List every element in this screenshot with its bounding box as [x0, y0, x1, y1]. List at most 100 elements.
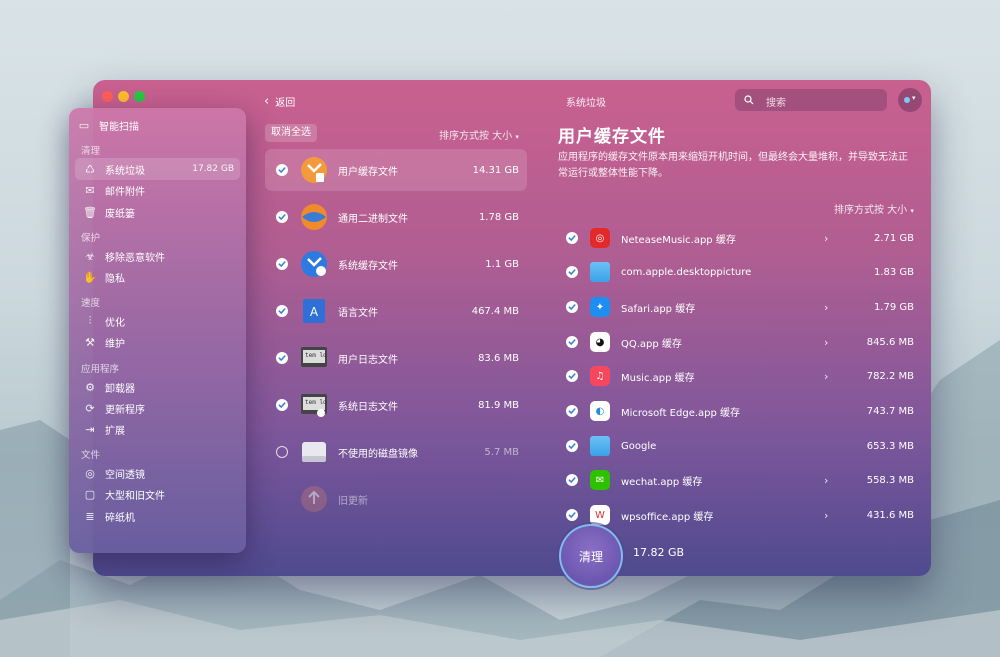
category-size: 5.7 MB: [484, 446, 519, 458]
category-row[interactable]: 用户缓存文件 14.31 GB: [265, 149, 527, 191]
mail-icon: ✉: [85, 183, 95, 197]
cache-item-size: 743.7 MB: [866, 405, 914, 417]
sidebar-item-3-2[interactable]: ⇥ 扩展: [75, 418, 240, 440]
chevron-right-icon[interactable]: ›: [824, 509, 844, 522]
wrench-icon: ⚒: [85, 335, 95, 349]
cache-item-size: 782.2 MB: [866, 370, 914, 382]
checkbox-checked[interactable]: [566, 301, 578, 313]
checkbox-checked[interactable]: [276, 305, 288, 317]
sidebar-item-4-1[interactable]: ▢ 大型和旧文件: [75, 483, 240, 505]
checkbox-checked[interactable]: [276, 258, 288, 270]
checkbox-checked[interactable]: [566, 509, 578, 521]
detail-sort-button[interactable]: 排序方式按 大小 ▾: [834, 201, 914, 216]
category-row[interactable]: 旧更新: [265, 478, 527, 520]
svg-text:A: A: [310, 305, 319, 319]
sidebar-item-0-2[interactable]: 🗑 废纸篓: [75, 201, 240, 223]
close-window-button[interactable]: [102, 91, 113, 102]
sidebar-item-0-1[interactable]: ✉ 邮件附件: [75, 179, 240, 201]
sidebar-item-label: 隐私: [105, 273, 125, 285]
chevron-right-icon[interactable]: ›: [824, 232, 844, 245]
cache-item-row[interactable]: ♫ Music.app 缓存 › 782.2 MB: [560, 359, 920, 393]
cache-item-size: 2.71 GB: [873, 232, 914, 244]
assistant-avatar[interactable]: ▾: [898, 88, 922, 112]
hand-icon: ✋: [83, 270, 97, 284]
sidebar-item-1-1[interactable]: ✋ 隐私: [75, 266, 240, 288]
sidebar-item-label: 废纸篓: [105, 208, 135, 220]
netease-music-icon: ◎: [590, 228, 610, 248]
checkbox-checked[interactable]: [566, 405, 578, 417]
sidebar-item-3-1[interactable]: ⟳ 更新程序: [75, 397, 240, 419]
cache-item-row[interactable]: Wwpsoffice.app 缓存 › 431.6 MB: [560, 498, 920, 532]
checkbox-checked[interactable]: [276, 164, 288, 176]
checkbox-checked[interactable]: [276, 399, 288, 411]
chevron-right-icon[interactable]: ›: [824, 301, 844, 314]
category-label: 语言文件: [338, 307, 378, 319]
category-row[interactable]: A 语言文件 467.4 MB: [265, 290, 527, 332]
category-row[interactable]: tem lo 用户日志文件 83.6 MB: [265, 337, 527, 379]
detail-description: 应用程序的缓存文件原本用来缩短开机时间，但最终会大量堆积，并导致无法正常运行或整…: [558, 152, 908, 179]
category-label: 系统缓存文件: [338, 260, 398, 272]
cache-item-label: Music.app 缓存: [621, 372, 695, 384]
category-row[interactable]: 系统缓存文件 1.1 GB: [265, 243, 527, 285]
status-dot-icon: [904, 97, 910, 103]
window-title: 系统垃圾: [566, 98, 606, 109]
svg-text:tem lo: tem lo: [305, 352, 327, 359]
cache-item-row[interactable]: ✉ wechat.app 缓存 › 558.3 MB: [560, 463, 920, 497]
clean-button[interactable]: 清理: [559, 524, 623, 588]
checkbox-checked[interactable]: [566, 474, 578, 486]
cache-item-row[interactable]: ◐ Microsoft Edge.app 缓存 743.7 MB: [560, 394, 920, 428]
checkbox-checked[interactable]: [276, 211, 288, 223]
category-row[interactable]: 不使用的磁盘镜像 5.7 MB: [265, 431, 527, 473]
cache-item-row[interactable]: ✦ Safari.app 缓存 › 1.79 GB: [560, 290, 920, 324]
sidebar-item-4-2[interactable]: ≣ 碎纸机: [75, 505, 240, 527]
checkbox-checked[interactable]: [566, 266, 578, 278]
cache-item-row[interactable]: com.apple.desktoppicture 1.83 GB: [560, 255, 920, 289]
sidebar-item-smart-scan[interactable]: ▭ 智能扫描: [69, 114, 234, 136]
sidebar-item-2-1[interactable]: ⚒ 维护: [75, 331, 240, 353]
minimize-window-button[interactable]: [118, 91, 129, 102]
sidebar-item-label: 空间透镜: [105, 469, 145, 481]
wechat-icon: ✉: [590, 470, 610, 490]
music-icon: ♫: [590, 366, 610, 386]
sidebar-item-label: 更新程序: [105, 404, 145, 416]
sidebar-section-title: 应用程序: [81, 364, 120, 375]
sidebar-item-0-0[interactable]: ♺ 系统垃圾 17.82 GB: [75, 158, 240, 180]
search-input[interactable]: 搜索: [735, 89, 887, 111]
category-row[interactable]: 通用二进制文件 1.78 GB: [265, 196, 527, 238]
middle-sort-button[interactable]: 排序方式按 大小 ▾: [439, 127, 519, 142]
checkbox-checked[interactable]: [276, 352, 288, 364]
checkbox-checked[interactable]: [566, 232, 578, 244]
biohazard-icon: ☣: [85, 249, 95, 263]
checkbox-checked[interactable]: [566, 440, 578, 452]
updater-icon: ⟳: [85, 401, 95, 415]
cache-item-label: com.apple.desktoppicture: [621, 266, 752, 278]
chevron-right-icon[interactable]: ›: [824, 336, 844, 349]
sidebar-item-label: 扩展: [105, 425, 125, 437]
sidebar-item-1-0[interactable]: ☣ 移除恶意软件: [75, 245, 240, 267]
chevron-right-icon[interactable]: ›: [824, 474, 844, 487]
category-size: 81.9 MB: [478, 399, 519, 411]
sidebar-item-3-0[interactable]: ⚙ 卸载器: [75, 376, 240, 398]
system-cache-icon: [299, 249, 329, 279]
sidebar-item-4-0[interactable]: ◎ 空间透镜: [75, 462, 240, 484]
sort-label: 排序方式按 大小: [834, 205, 908, 216]
sliders-icon: ⫶: [88, 314, 92, 327]
checkbox-checked[interactable]: [566, 370, 578, 382]
cache-item-size: 431.6 MB: [866, 509, 914, 521]
system-log-icon: tem lo: [299, 390, 329, 420]
cache-item-row[interactable]: ◎ NeteaseMusic.app 缓存 › 2.71 GB: [560, 221, 920, 255]
checkbox-unchecked[interactable]: [276, 446, 288, 458]
trash-can-icon: 🗑: [83, 205, 97, 219]
cache-item-label: wpsoffice.app 缓存: [621, 511, 714, 523]
deselect-all-button[interactable]: 取消全选: [265, 124, 317, 142]
category-row[interactable]: tem lo 系统日志文件 81.9 MB: [265, 384, 527, 426]
old-updates-icon: [299, 484, 329, 514]
chevron-right-icon[interactable]: ›: [824, 370, 844, 383]
checkbox-checked[interactable]: [566, 336, 578, 348]
sidebar-item-2-0[interactable]: ⫶ 优化: [75, 310, 240, 332]
cache-item-row[interactable]: ◕ QQ.app 缓存 › 845.6 MB: [560, 325, 920, 359]
cache-item-row[interactable]: Google 653.3 MB: [560, 429, 920, 463]
zoom-window-button[interactable]: [134, 91, 145, 102]
back-button[interactable]: ‹ 返回: [264, 94, 295, 109]
folder-icon: [590, 262, 610, 282]
